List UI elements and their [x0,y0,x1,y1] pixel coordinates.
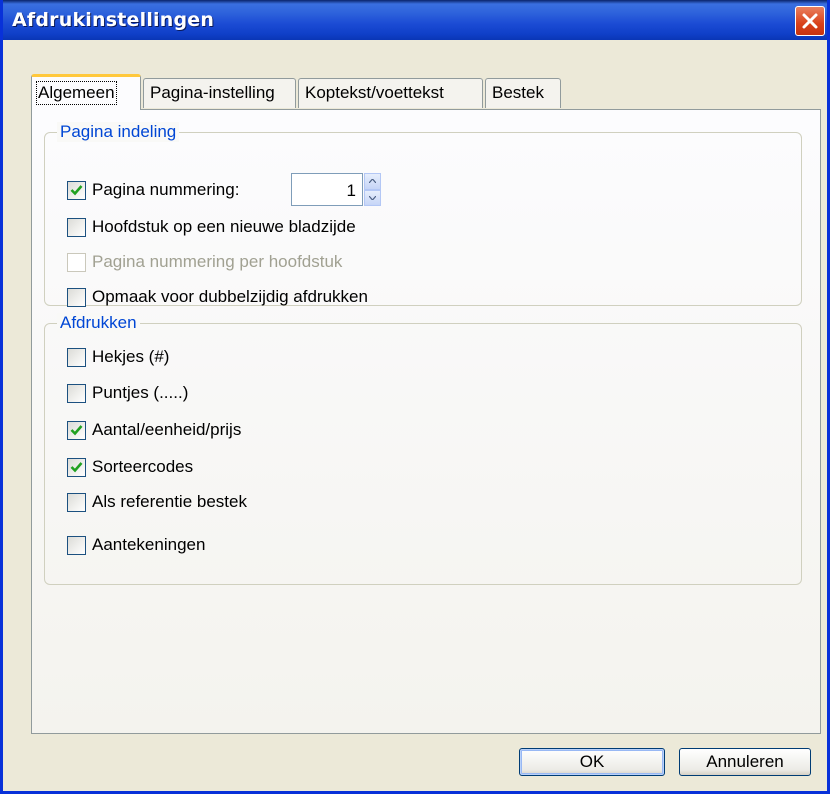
aantekeningen-checkbox[interactable] [67,535,86,555]
checkmark-icon [70,462,83,473]
duplex-row: Opmaak voor dubbelzijdig afdrukken [67,287,368,307]
tab-bestek[interactable]: Bestek [485,78,561,108]
group-title: Afdrukken [57,313,140,333]
numbering-per-chapter-row: Pagina nummering per hoofdstuk [67,252,342,272]
page-numbering-row: Pagina nummering: [67,180,239,200]
arrow-down-icon [369,195,376,200]
print-group: Afdrukken Hekjes (#) Puntjes (.....) Aan… [44,313,802,585]
page-layout-group: Pagina indeling Pagina nummering: 1 Hoof… [44,122,802,307]
aantal-checkbox[interactable] [67,420,86,440]
numbering-per-chapter-label: Pagina nummering per hoofdstuk [92,252,343,271]
print-option-sorteercodes: Sorteercodes [67,457,193,477]
option-label: Als referentie bestek [92,492,247,511]
option-label: Aantal/eenheid/prijs [92,420,242,439]
dialog-window: Afdrukinstellingen Algemeen Pagina-inste… [0,0,830,794]
tab-label: Bestek [492,83,544,102]
option-label: Sorteercodes [92,457,194,476]
option-label: Aantekeningen [92,535,206,554]
print-option-aantal: Aantal/eenheid/prijs [67,420,241,440]
checkmark-icon [70,425,83,436]
checkmark-icon [70,185,83,196]
spin-down-button[interactable] [364,189,381,206]
print-option-aantekeningen: Aantekeningen [67,535,205,555]
duplex-label: Opmaak voor dubbelzijdig afdrukken [92,287,368,306]
tab-label: Algemeen [36,81,117,105]
cancel-button[interactable]: Annuleren [679,748,811,776]
chapter-new-page-row: Hoofdstuk op een nieuwe bladzijde [67,217,356,237]
page-numbering-stepper: 1 [291,173,381,206]
window-title: Afdrukinstellingen [12,9,215,31]
ok-button[interactable]: OK [519,748,665,776]
puntjes-checkbox[interactable] [67,383,86,403]
tab-label: Pagina-instelling [150,83,275,102]
chapter-new-page-checkbox[interactable] [67,217,86,237]
arrow-up-icon [369,179,376,184]
tab-pagina-instelling[interactable]: Pagina-instelling [143,78,296,108]
print-option-hekjes: Hekjes (#) [67,347,169,367]
close-button[interactable] [795,6,825,36]
referentie-checkbox[interactable] [67,492,86,512]
hekjes-checkbox[interactable] [67,347,86,367]
tab-panel: Pagina indeling Pagina nummering: 1 Hoof… [31,109,821,734]
close-icon [802,13,818,29]
page-numbering-label: Pagina nummering: [92,180,240,199]
tab-label: Koptekst/voettekst [305,83,444,102]
print-option-referentie: Als referentie bestek [67,492,247,512]
page-numbering-checkbox[interactable] [67,180,86,200]
sorteercodes-checkbox[interactable] [67,457,86,477]
duplex-checkbox[interactable] [67,287,86,307]
numbering-per-chapter-checkbox [67,252,86,272]
title-bar[interactable]: Afdrukinstellingen [3,0,827,40]
group-title: Pagina indeling [57,122,180,142]
chapter-new-page-label: Hoofdstuk op een nieuwe bladzijde [92,217,356,236]
tab-algemeen[interactable]: Algemeen [31,74,141,110]
page-number-input[interactable]: 1 [291,173,363,206]
option-label: Puntjes (.....) [92,383,189,402]
tab-koptekst-voettekst[interactable]: Koptekst/voettekst [298,78,483,108]
option-label: Hekjes (#) [92,347,170,366]
spin-up-button[interactable] [364,173,381,190]
print-option-puntjes: Puntjes (.....) [67,383,188,403]
